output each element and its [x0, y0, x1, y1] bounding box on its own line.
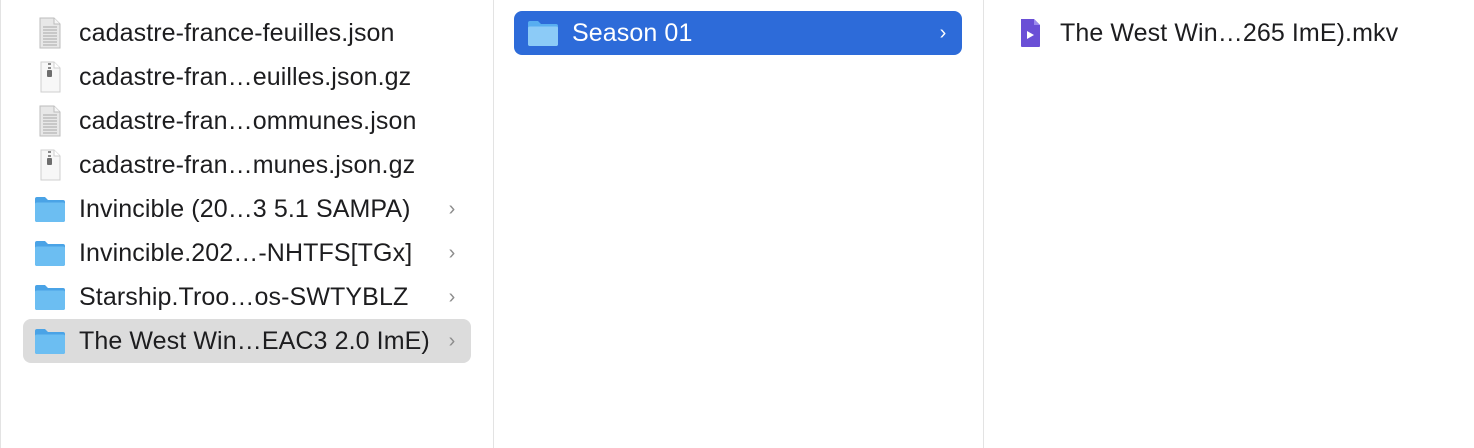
chevron-right-icon: › [448, 286, 456, 308]
item-label: cadastre-fran…euilles.json.gz [79, 62, 412, 91]
column-1[interactable]: cadastre-france-feuilles.json cadastre-f… [0, 0, 494, 448]
column-3[interactable]: The West Win…265 ImE).mkv [984, 0, 1474, 448]
gzip-archive-icon [33, 148, 67, 182]
item-label: cadastre-france-feuilles.json [79, 18, 395, 47]
video-file-icon [1014, 16, 1048, 50]
gzip-archive-icon [33, 60, 67, 94]
folder-row[interactable]: Invincible (20…3 5.1 SAMPA) › [23, 187, 471, 231]
json-file-icon [33, 104, 67, 138]
folder-icon [33, 280, 67, 314]
chevron-right-icon: › [448, 330, 456, 352]
list-item[interactable]: cadastre-fran…ommunes.json [23, 99, 471, 143]
list-item[interactable]: The West Win…265 ImE).mkv [1014, 11, 1454, 55]
item-label: Starship.Troo…os-SWTYBLZ [79, 282, 409, 311]
folder-icon [526, 16, 560, 50]
list-item[interactable]: cadastre-fran…euilles.json.gz [23, 55, 471, 99]
folder-row[interactable]: Starship.Troo…os-SWTYBLZ › [23, 275, 471, 319]
item-label: Invincible (20…3 5.1 SAMPA) [79, 194, 411, 223]
item-label: The West Win…EAC3 2.0 ImE) [79, 326, 430, 355]
item-label: cadastre-fran…munes.json.gz [79, 150, 416, 179]
column-2[interactable]: Season 01 › [494, 0, 984, 448]
folder-row[interactable]: Invincible.202…-NHTFS[TGx] › [23, 231, 471, 275]
chevron-right-icon: › [448, 242, 456, 264]
folder-icon [33, 324, 67, 358]
item-label: cadastre-fran…ommunes.json [79, 106, 417, 135]
folder-icon [33, 236, 67, 270]
finder-column-browser: cadastre-france-feuilles.json cadastre-f… [0, 0, 1474, 448]
item-label: Invincible.202…-NHTFS[TGx] [79, 238, 413, 267]
folder-row-selected[interactable]: Season 01 › [514, 11, 962, 55]
chevron-right-icon: › [448, 198, 456, 220]
item-label: The West Win…265 ImE).mkv [1060, 18, 1399, 47]
folder-row-selected[interactable]: The West Win…EAC3 2.0 ImE) › [23, 319, 471, 363]
folder-icon [33, 192, 67, 226]
json-file-icon [33, 16, 67, 50]
list-item[interactable]: cadastre-france-feuilles.json [23, 11, 471, 55]
chevron-right-icon: › [939, 22, 947, 44]
item-label: Season 01 [572, 18, 693, 47]
list-item[interactable]: cadastre-fran…munes.json.gz [23, 143, 471, 187]
